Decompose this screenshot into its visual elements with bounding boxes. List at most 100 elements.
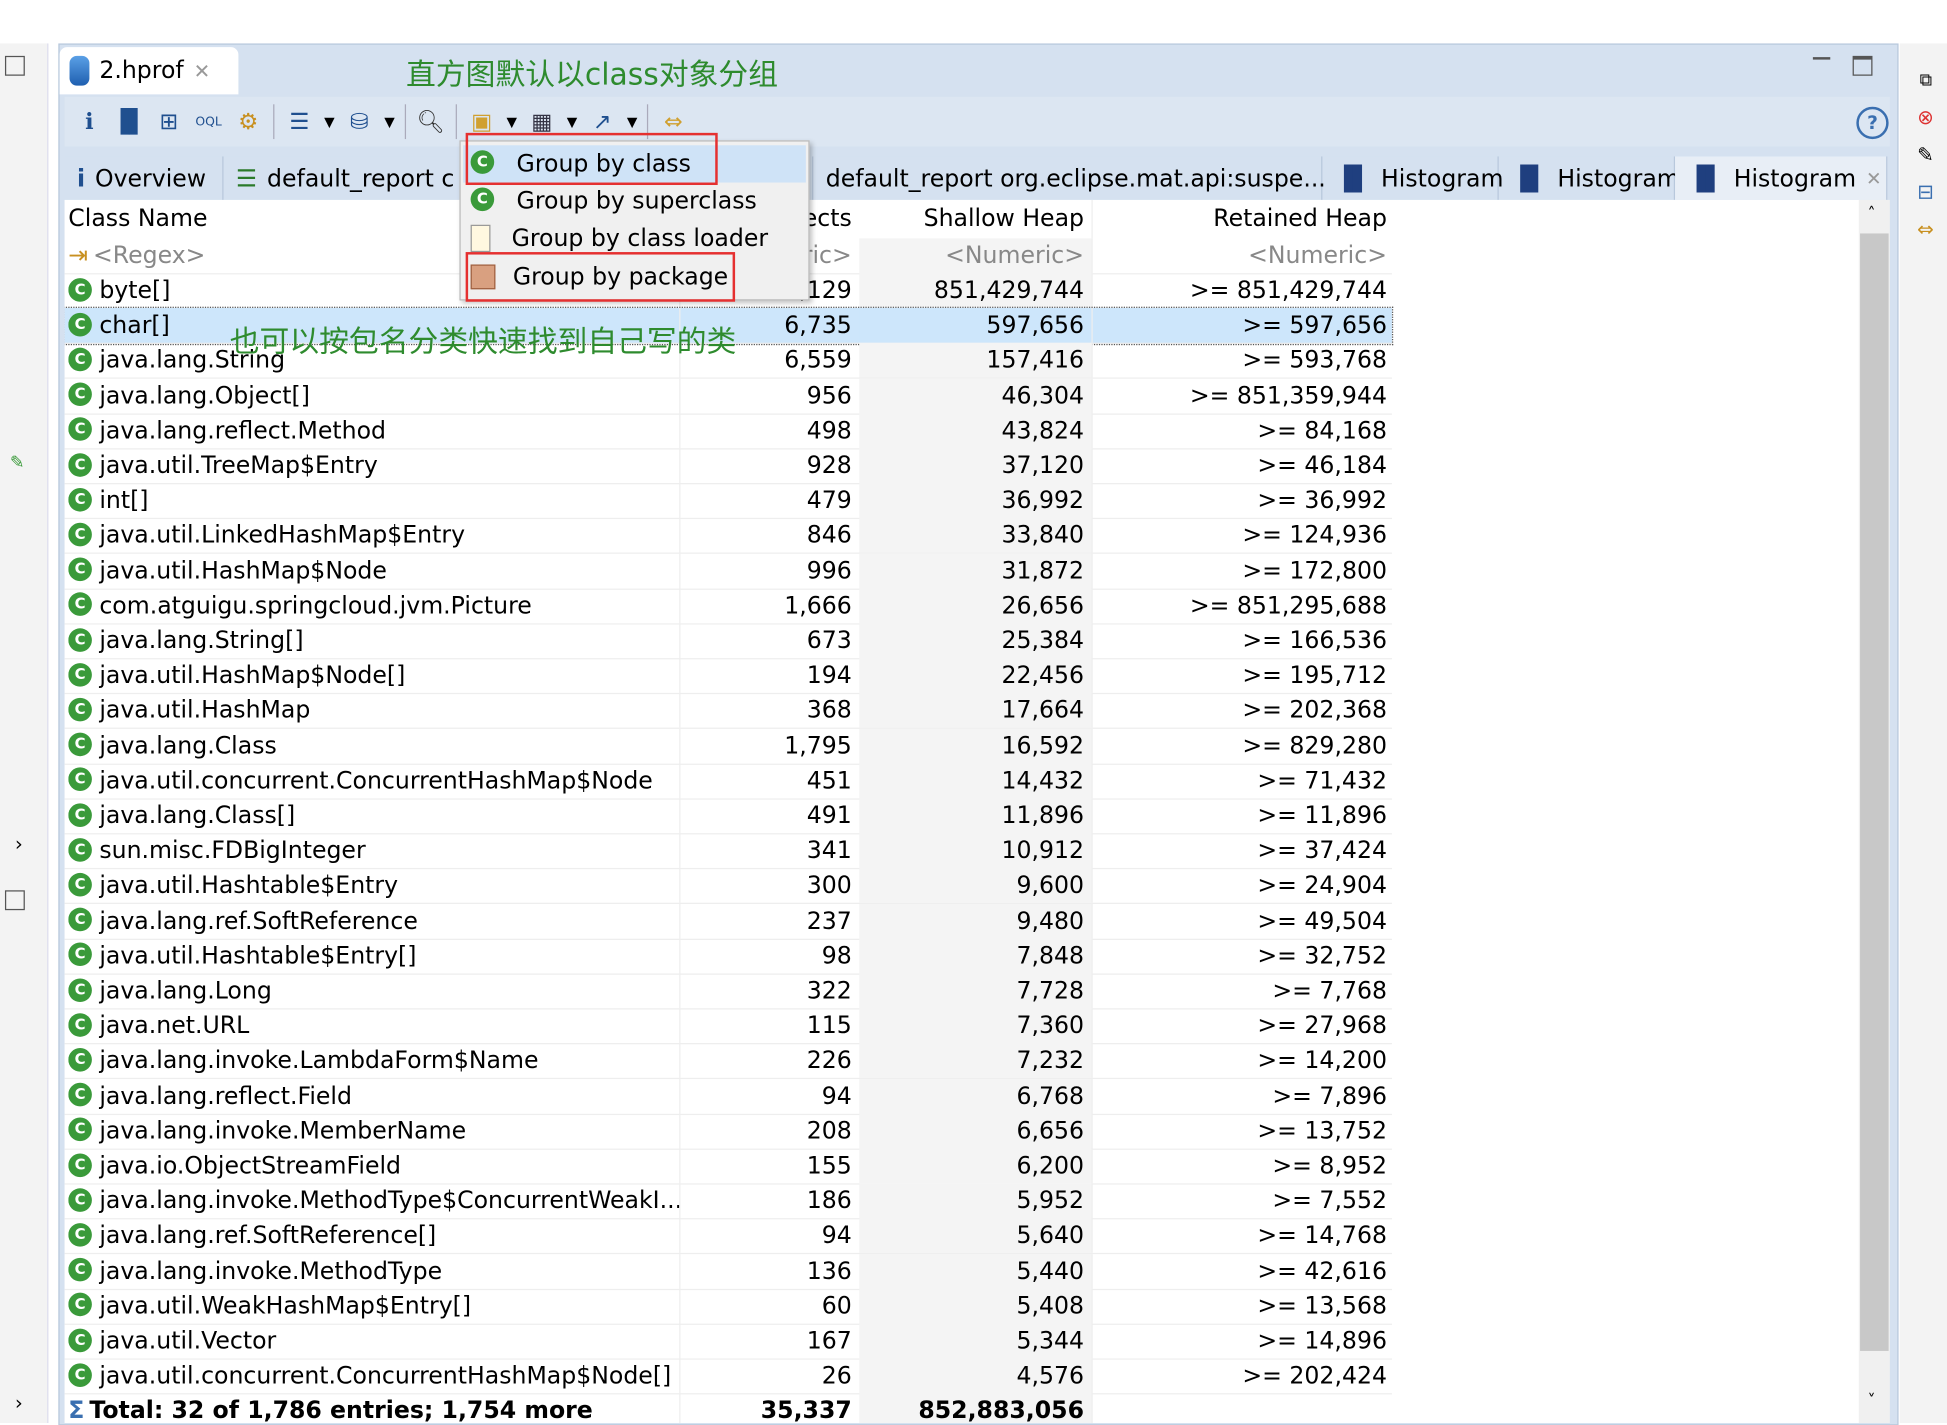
- table-row[interactable]: Cjava.util.LinkedHashMap$Entry 846 33,84…: [64, 518, 1392, 555]
- table-row[interactable]: Csun.misc.FDBigInteger 341 10,912 >= 37,…: [64, 833, 1392, 870]
- maximize-icon[interactable]: [1852, 55, 1873, 76]
- objects-cell: 186: [679, 1183, 859, 1219]
- retained-heap-cell: >= 166,536: [1091, 623, 1391, 659]
- table-row[interactable]: Cjava.lang.Class 1,795 16,592 >= 829,280: [64, 728, 1392, 765]
- table-row[interactable]: Cjava.lang.reflect.Method 498 43,824 >= …: [64, 413, 1392, 450]
- report-icon[interactable]: ☰: [284, 107, 314, 137]
- menu-item-group-by-superclass[interactable]: C Group by superclass: [463, 183, 806, 220]
- table-row[interactable]: Cjava.util.TreeMap$Entry 928 37,120 >= 4…: [64, 448, 1392, 485]
- table-row[interactable]: Cjava.util.Hashtable$Entry[] 98 7,848 >=…: [64, 938, 1392, 975]
- restore-icon[interactable]: ⧉: [1920, 71, 1932, 91]
- shallow-heap-cell: 37,120: [859, 448, 1092, 484]
- close-icon[interactable]: ✕: [194, 59, 211, 83]
- shallow-heap-cell: 46,304: [859, 378, 1092, 413]
- table-row[interactable]: Cjava.lang.invoke.MethodType 136 5,440 >…: [64, 1253, 1392, 1290]
- gear-icon[interactable]: ⚙: [233, 107, 263, 137]
- class-name-cell: Cjava.lang.invoke.MethodType$ConcurrentW…: [68, 1184, 679, 1219]
- retained-heap-cell: >= 14,896: [1091, 1323, 1391, 1359]
- table-row[interactable]: Cjava.net.URL 115 7,360 >= 27,968: [64, 1008, 1392, 1045]
- table-row[interactable]: Cjava.lang.invoke.LambdaForm$Name 226 7,…: [64, 1043, 1392, 1080]
- info-icon[interactable]: i: [75, 107, 105, 137]
- objects-cell: 341: [679, 833, 859, 869]
- search-icon[interactable]: 🔍︎: [416, 107, 446, 137]
- table-row[interactable]: Cjava.util.HashMap$Node 996 31,872 >= 17…: [64, 553, 1392, 590]
- table-row[interactable]: Cjava.util.HashMap$Node[] 194 22,456 >= …: [64, 658, 1392, 695]
- table-row[interactable]: Cjava.lang.Object[] 956 46,304 >= 851,35…: [64, 378, 1392, 415]
- retained-heap-cell: >= 202,368: [1091, 693, 1391, 729]
- objects-cell: 928: [679, 448, 859, 484]
- scroll-up-icon[interactable]: ˄: [1868, 205, 1876, 224]
- shallow-heap-cell: 9,480: [859, 903, 1092, 939]
- table-row[interactable]: Cjava.util.concurrent.ConcurrentHashMap$…: [64, 763, 1392, 800]
- tab-default-report-suspects[interactable]: default_report org.eclipse.mat.api:suspe…: [813, 156, 1326, 200]
- dropdown-arrow-icon[interactable]: ▼: [627, 114, 638, 130]
- table-row[interactable]: Cint[] 479 36,992 >= 36,992: [64, 483, 1392, 520]
- tab-overview[interactable]: i Overview: [65, 156, 224, 200]
- retained-heap-cell: >= 202,424: [1091, 1358, 1391, 1394]
- dropdown-arrow-icon[interactable]: ▼: [324, 114, 335, 130]
- shallow-heap-cell: 5,408: [859, 1288, 1092, 1324]
- table-row[interactable]: Cjava.io.ObjectStreamField 155 6,200 >= …: [64, 1148, 1392, 1185]
- error-log-icon[interactable]: ⊗: [1917, 106, 1934, 130]
- column-header-shallow-heap[interactable]: Shallow Heap: [859, 199, 1092, 239]
- scroll-down-icon[interactable]: ˅: [1868, 1392, 1876, 1411]
- tab-histogram-2[interactable]: ▐▌ Histogram: [1499, 156, 1680, 200]
- expand-icon[interactable]: ›: [15, 832, 23, 856]
- expand-icon-2[interactable]: ›: [15, 1391, 23, 1415]
- shallow-heap-cell: 36,992: [859, 483, 1092, 519]
- dominator-tree-icon[interactable]: ⊞: [154, 107, 184, 137]
- shallow-heap-cell: 43,824: [859, 413, 1092, 449]
- column-header-retained-heap[interactable]: Retained Heap: [1091, 199, 1391, 239]
- shallow-heap-cell: 14,432: [859, 763, 1092, 799]
- hierarchy-icon[interactable]: ⊟: [1917, 180, 1934, 204]
- columns-icon[interactable]: ⇔: [1917, 217, 1934, 241]
- retained-heap-cell: >= 32,752: [1091, 938, 1391, 974]
- oql-icon[interactable]: OQL: [194, 107, 224, 137]
- objects-cell: 1,666: [679, 588, 859, 624]
- edit-icon[interactable]: ✎: [1917, 143, 1934, 167]
- restore-icon-2[interactable]: [4, 890, 25, 911]
- close-icon[interactable]: ✕: [1866, 167, 1882, 189]
- shallow-heap-cell: 157,416: [859, 343, 1092, 378]
- annotation-top: 直方图默认以class对象分组: [406, 57, 779, 92]
- dropdown-arrow-icon[interactable]: ▼: [384, 114, 395, 130]
- retained-heap-cell: >= 195,712: [1091, 658, 1391, 694]
- table-row[interactable]: Cjava.util.concurrent.ConcurrentHashMap$…: [64, 1358, 1392, 1395]
- editor-tab-2hprof[interactable]: 2.hprof ✕: [59, 47, 239, 95]
- table-row[interactable]: Cjava.lang.ref.SoftReference[] 94 5,640 …: [64, 1218, 1392, 1255]
- toolbar: i ▐▌ ⊞ OQL ⚙ ☰ ▼ ⛁ ▼ 🔍︎ ▣ ▼ ▦ ▼ ↗ ▼ ⇔ ?: [64, 96, 1890, 147]
- class-name-cell: Cjava.lang.Long: [68, 973, 679, 1008]
- class-name-cell: Cjava.lang.invoke.MemberName: [68, 1114, 679, 1149]
- table-row[interactable]: Cjava.lang.Class[] 491 11,896 >= 11,896: [64, 798, 1392, 835]
- table-row[interactable]: Cjava.lang.Long 322 7,728 >= 7,768: [64, 973, 1392, 1010]
- restore-icon[interactable]: [4, 55, 25, 76]
- shallow-filter-input[interactable]: <Numeric>: [859, 238, 1092, 274]
- objects-cell: 136: [679, 1253, 859, 1289]
- table-row[interactable]: Cjava.lang.invoke.MethodType$ConcurrentW…: [64, 1183, 1392, 1220]
- class-icon: C: [68, 417, 92, 442]
- table-row[interactable]: Cjava.util.HashMap 368 17,664 >= 202,368: [64, 693, 1392, 730]
- query-icon[interactable]: ⛁: [345, 107, 375, 137]
- pin-icon[interactable]: ✎: [10, 453, 25, 473]
- scrollbar-thumb[interactable]: [1860, 233, 1889, 1351]
- class-icon: C: [68, 697, 92, 722]
- dropdown-arrow-icon[interactable]: ▼: [567, 114, 578, 130]
- table-row[interactable]: Ccom.atguigu.springcloud.jvm.Picture 1,6…: [64, 588, 1392, 625]
- table-row[interactable]: Cjava.util.Vector 167 5,344 >= 14,896: [64, 1323, 1392, 1360]
- table-row[interactable]: Cjava.util.Hashtable$Entry 300 9,600 >= …: [64, 868, 1392, 905]
- table-row[interactable]: Cjava.lang.String[] 673 25,384 >= 166,53…: [64, 623, 1392, 660]
- tab-histogram-3[interactable]: ▐▌ Histogram ✕: [1675, 156, 1888, 200]
- shallow-heap-cell: 25,384: [859, 623, 1092, 659]
- table-row[interactable]: Cjava.lang.ref.SoftReference 237 9,480 >…: [64, 903, 1392, 940]
- table-row[interactable]: Cjava.lang.invoke.MemberName 208 6,656 >…: [64, 1113, 1392, 1150]
- minimize-icon[interactable]: [1812, 57, 1831, 60]
- help-icon[interactable]: ?: [1856, 106, 1889, 140]
- retained-filter-input[interactable]: <Numeric>: [1091, 238, 1391, 274]
- objects-cell: 94: [679, 1218, 859, 1254]
- table-row[interactable]: Cjava.util.WeakHashMap$Entry[] 60 5,408 …: [64, 1288, 1392, 1325]
- table-row[interactable]: Cjava.lang.reflect.Field 94 6,768 >= 7,8…: [64, 1078, 1392, 1115]
- class-name-cell: Cjava.util.LinkedHashMap$Entry: [68, 518, 679, 553]
- histogram-icon[interactable]: ▐▌: [112, 107, 146, 137]
- dropdown-arrow-icon[interactable]: ▼: [507, 114, 518, 130]
- tab-histogram-1[interactable]: ▐▌ Histogram: [1322, 156, 1503, 200]
